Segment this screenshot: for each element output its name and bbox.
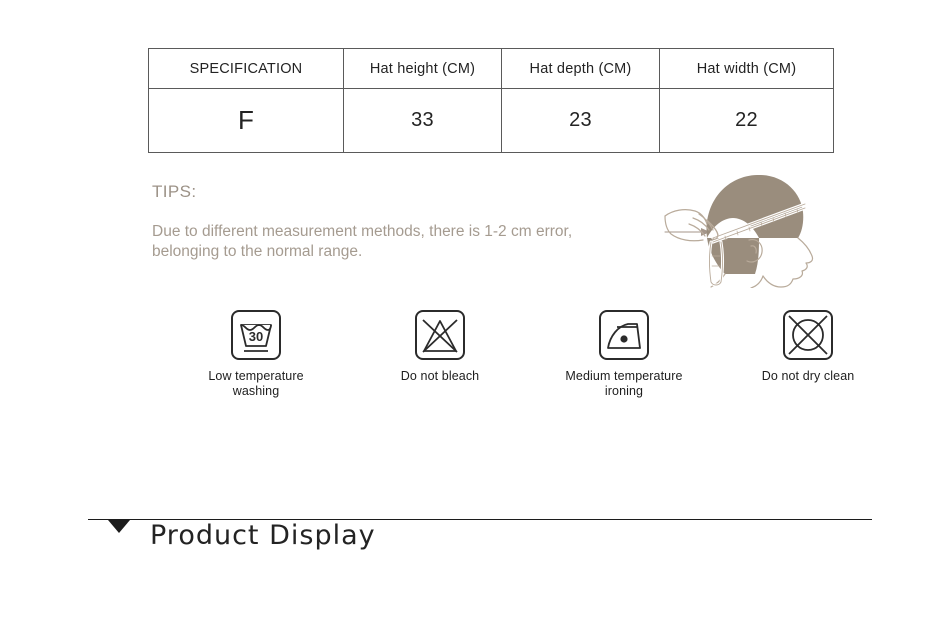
wash-30-icon: 30 — [168, 308, 344, 364]
header-specification: SPECIFICATION — [148, 48, 344, 89]
care-symbol-label: Medium temperature ironing — [536, 369, 712, 398]
care-symbol-low-temperature-washing: 30 Low temperature washing — [168, 308, 344, 398]
care-symbol-do-not-dry-clean: Do not dry clean — [720, 308, 896, 384]
care-label-line-2: washing — [232, 383, 280, 398]
triangle-down-icon — [108, 520, 130, 533]
care-label-line-1: Low temperature — [208, 369, 304, 383]
header-hat-width: Hat width (CM) — [659, 48, 834, 89]
care-label-line-1: Medium temperature — [565, 369, 683, 383]
tips-title: TIPS: — [152, 182, 197, 201]
hat-shape — [706, 174, 804, 238]
care-label-line-1: Do not bleach — [400, 369, 480, 383]
iron-medium-icon — [536, 308, 712, 364]
care-label-line-1: Do not dry clean — [761, 369, 855, 383]
table-header-row: SPECIFICATION Hat height (CM) Hat depth … — [148, 48, 834, 89]
cell-hat-depth: 23 — [501, 88, 660, 153]
do-not-bleach-icon — [352, 308, 528, 364]
svg-text:30: 30 — [249, 329, 263, 344]
table-row: F 33 23 22 — [148, 88, 834, 153]
cell-hat-width: 22 — [659, 88, 834, 153]
header-hat-depth: Hat depth (CM) — [501, 48, 660, 89]
tips-line-1: Due to different measurement methods, th… — [152, 223, 573, 240]
do-not-dry-clean-icon — [720, 308, 896, 364]
specification-table: SPECIFICATION Hat height (CM) Hat depth … — [148, 48, 834, 153]
care-symbols-row: 30 Low temperature washing Do not bleach — [148, 308, 854, 408]
care-symbol-label: Do not bleach — [352, 369, 528, 384]
care-symbol-medium-temperature-ironing: Medium temperature ironing — [536, 308, 712, 398]
head-measuring-tape-illustration — [664, 174, 814, 288]
tips-text: Due to different measurement methods, th… — [152, 222, 682, 262]
care-symbol-do-not-bleach: Do not bleach — [352, 308, 528, 384]
cell-hat-height: 33 — [343, 88, 502, 153]
care-label-line-2: ironing — [604, 383, 644, 398]
care-symbol-label: Do not dry clean — [720, 369, 896, 384]
cell-size: F — [148, 88, 344, 153]
product-detail-page: SPECIFICATION Hat height (CM) Hat depth … — [0, 0, 950, 629]
tips-line-2: belonging to the normal range. — [152, 243, 363, 260]
header-hat-height: Hat height (CM) — [343, 48, 502, 89]
section-title: Product Display — [150, 520, 376, 551]
care-symbol-label: Low temperature washing — [168, 369, 344, 398]
